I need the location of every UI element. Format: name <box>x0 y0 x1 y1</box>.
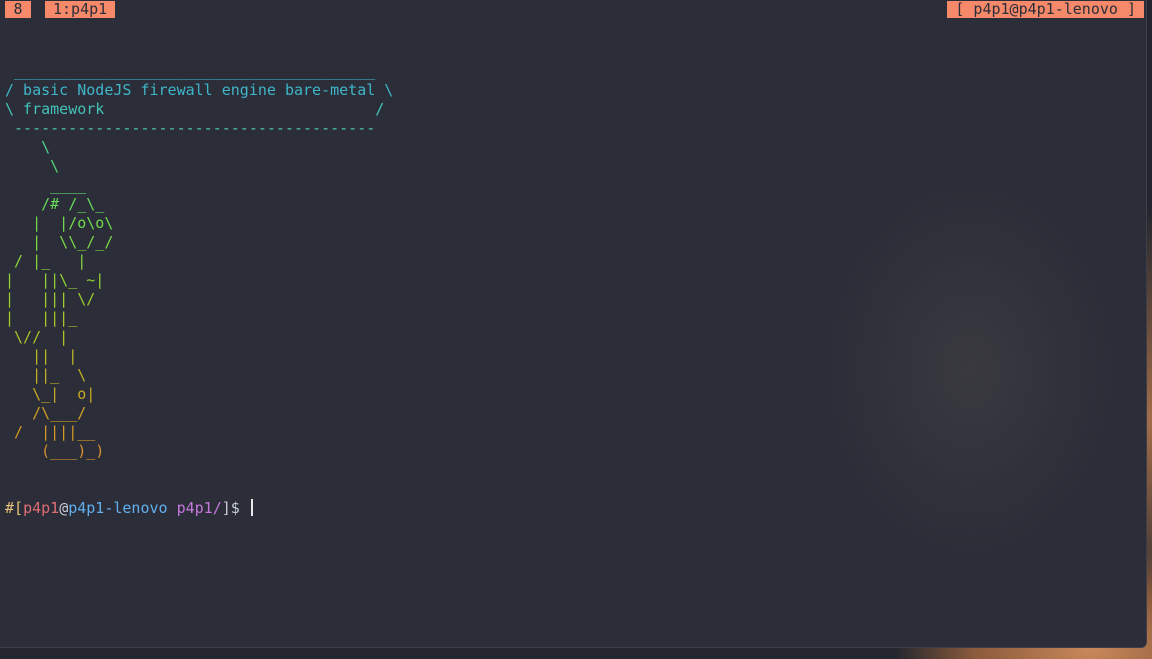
tmux-window-number[interactable]: 8 <box>5 1 31 18</box>
ascii-art-line: || | <box>5 347 78 365</box>
terminal-output[interactable]: ________________________________________… <box>5 24 393 556</box>
ascii-art-line: | |/o\o\ <box>5 214 114 232</box>
terminal-transparency-glow <box>760 80 1146 647</box>
ascii-art-line: \ <box>5 157 60 175</box>
prompt-close: ]$ <box>221 499 249 517</box>
tmux-host-label: [ p4p1@p4p1-lenovo ] <box>947 1 1144 18</box>
ascii-art-line: ____ <box>5 176 87 194</box>
prompt-user: p4p1 <box>23 499 60 517</box>
shell-prompt-line[interactable]: #[p4p1@p4p1-lenovo p4p1/]$ <box>5 499 393 518</box>
cowsay-ascii-art: ________________________________________… <box>5 62 393 461</box>
ascii-art-line: | ||\_ ~| <box>5 271 105 289</box>
ascii-art-line: \ framework / <box>5 100 385 118</box>
ascii-art-line: / basic NodeJS firewall engine bare-meta… <box>5 81 394 99</box>
ascii-art-line: | |||_ <box>5 309 78 327</box>
ascii-art-line: \// | <box>5 328 69 346</box>
ascii-art-line: | ||| \/ <box>5 290 96 308</box>
ascii-art-line: / ||||__ <box>5 423 96 441</box>
prompt-path: p4p1/ <box>176 499 222 517</box>
text-cursor <box>250 499 253 516</box>
prompt-host: p4p1-lenovo <box>68 499 168 517</box>
terminal-window[interactable]: 8 1:p4p1 [ p4p1@p4p1-lenovo ] __________… <box>0 0 1147 648</box>
prompt-at-sign: @ <box>59 499 69 517</box>
ascii-art-line: ________________________________________ <box>5 62 376 80</box>
ascii-art-line: /\___/ <box>5 404 87 422</box>
ascii-art-line: | \\_/_/ <box>5 233 114 251</box>
prompt-open-bracket: #[ <box>5 499 24 517</box>
ascii-art-line: / |_ | <box>5 252 87 270</box>
ascii-art-line: (___)_) <box>5 442 105 460</box>
tmux-window-tab[interactable]: 1:p4p1 <box>45 1 116 18</box>
tmux-status-bar: 8 1:p4p1 [ p4p1@p4p1-lenovo ] <box>0 0 1146 18</box>
ascii-art-line: \ <box>5 138 51 156</box>
ascii-art-line: /# /_\_ <box>5 195 105 213</box>
ascii-art-line: \_| o| <box>5 385 96 403</box>
ascii-art-line: ||_ \ <box>5 366 87 384</box>
ascii-art-line: ---------------------------------------- <box>5 119 376 137</box>
